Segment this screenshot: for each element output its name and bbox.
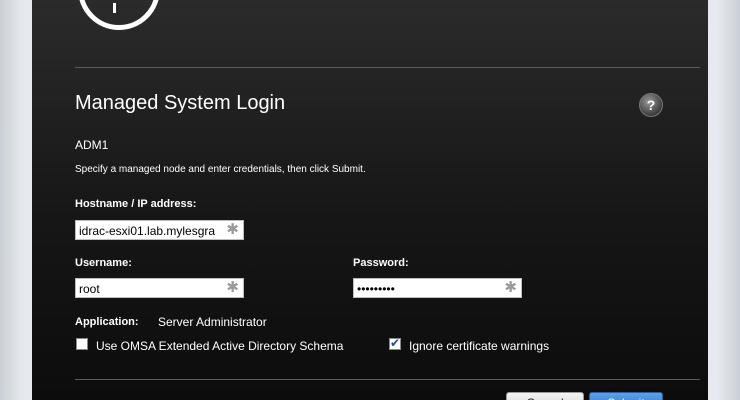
system-name: ADM1 bbox=[75, 138, 109, 152]
footer-divider bbox=[75, 379, 700, 380]
required-icon: ✱ bbox=[226, 221, 239, 238]
username-input[interactable]: root ✱ bbox=[75, 278, 244, 298]
application-label: Application: bbox=[75, 316, 139, 328]
logo-icon bbox=[78, 0, 160, 30]
instructions-text: Specify a managed node and enter credent… bbox=[75, 164, 366, 175]
submit-button[interactable]: Submit bbox=[589, 392, 663, 400]
required-icon: ✱ bbox=[504, 279, 517, 296]
ignore-cert-label: Ignore certificate warnings bbox=[409, 339, 550, 353]
login-panel: Managed System Login ? ADM1 Specify a ma… bbox=[32, 0, 708, 400]
password-input[interactable]: ••••••••• ✱ bbox=[353, 278, 522, 298]
cancel-button[interactable]: Cancel bbox=[506, 392, 584, 400]
help-icon[interactable]: ? bbox=[639, 93, 663, 117]
hostname-value: idrac-esxi01.lab.mylesgra bbox=[79, 224, 216, 238]
username-value: root bbox=[79, 282, 100, 296]
password-value: ••••••••• bbox=[357, 282, 395, 296]
omsa-schema-checkbox[interactable] bbox=[76, 338, 88, 350]
hostname-input[interactable]: idrac-esxi01.lab.mylesgra ✱ bbox=[75, 220, 244, 240]
ignore-cert-checkbox[interactable] bbox=[389, 336, 401, 350]
required-icon: ✱ bbox=[226, 279, 239, 296]
header-divider bbox=[75, 67, 700, 68]
hostname-label: Hostname / IP address: bbox=[75, 198, 197, 210]
password-label: Password: bbox=[353, 257, 409, 269]
page-title: Managed System Login bbox=[75, 92, 286, 114]
omsa-schema-label: Use OMSA Extended Active Directory Schem… bbox=[96, 339, 344, 353]
application-value: Server Administrator bbox=[158, 315, 267, 329]
username-label: Username: bbox=[75, 257, 132, 269]
